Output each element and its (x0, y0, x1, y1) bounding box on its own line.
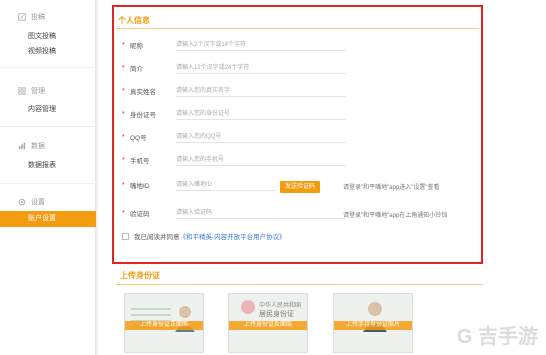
required-mark: * (122, 133, 125, 141)
watermark: G 吉手游 (453, 320, 538, 349)
title-underline (116, 28, 479, 29)
sidebar-section-data: 数据 (18, 141, 45, 151)
send-code-button[interactable]: 发送验证码 (280, 181, 320, 193)
upload-id-handheld[interactable]: 上传手持身份证照片 (333, 293, 413, 353)
id-number-input[interactable]: 请输入您的身份证号 (176, 108, 346, 120)
card-header-id: 居民身份证 (259, 311, 294, 318)
field-label: 真实姓名 (130, 89, 156, 96)
form-row-nickname: * 昵称 请输入2个汉字或14个字符 (122, 38, 346, 52)
sidebar-divider (0, 67, 96, 68)
phone-input[interactable]: 请输入您的手机号 (176, 154, 346, 166)
required-mark: * (122, 87, 125, 95)
required-mark: * (122, 181, 125, 189)
field-label: 简介 (130, 66, 143, 73)
form-row-qq: * QQ号 请输入您的QQ号 (122, 130, 346, 144)
field-label: QQ号 (130, 135, 147, 142)
sidebar: 投稿 图文投稿 视频投稿 管理 内容管理 数据 数据报表 设置 账户设置 (0, 0, 96, 355)
upload-front-caption: 上传身份证正面照 (125, 321, 203, 330)
form-row-real-name: * 真实姓名 请输入您的真实名字 (122, 84, 346, 98)
qq-input[interactable]: 请输入您的QQ号 (176, 131, 346, 143)
agreement-link[interactable]: 《和平精英-内容开放平台用户协议》 (180, 231, 286, 241)
personal-info-title: 个人信息 (118, 16, 150, 25)
sidebar-divider (0, 183, 96, 184)
nickname-input[interactable]: 请输入2个汉字或14个字符 (176, 39, 346, 51)
form-row-id-number: * 身份证号 请输入您的身份证号 (122, 107, 346, 121)
upload-id-front[interactable]: 上传身份证正面照 (124, 293, 204, 353)
chart-icon (18, 142, 26, 150)
form-row-phone: * 手机号 请输入您的手机号 (122, 153, 346, 167)
field-label: 手机号 (130, 158, 150, 165)
grid-icon (18, 87, 26, 95)
edit-icon (18, 13, 26, 21)
verify-code-hint: 请登录"和平嘴地"app在上角通知小铃铛 (343, 213, 448, 219)
field-label: 昵称 (130, 43, 143, 50)
sidebar-section-manage: 管理 (18, 86, 45, 96)
app-id-input[interactable]: 请输入嘴地ID (176, 179, 276, 191)
sidebar-item-content-manage[interactable]: 内容管理 (28, 104, 56, 114)
agreement-row: 我已阅读并同意 《和平精英-内容开放平台用户协议》 (122, 231, 286, 241)
form-row-verify-code: * 验证码 请输入验证码 (122, 206, 346, 220)
sidebar-section-settings: 设置 (18, 197, 45, 207)
required-mark: * (122, 64, 125, 72)
required-mark: * (122, 41, 125, 49)
sidebar-item-video-submit[interactable]: 视频投稿 (28, 46, 56, 56)
upload-underline (116, 284, 483, 285)
sidebar-item-data-report[interactable]: 数据报表 (28, 160, 56, 170)
gear-icon (18, 198, 26, 206)
app-id-hint: 请登录"和平嘴地"app进入"设置"查看 (343, 185, 440, 191)
sidebar-item-article-submit[interactable]: 图文投稿 (28, 31, 56, 41)
upload-id-back[interactable]: 中华人民共和国 居民身份证 上传身份证反面照 (228, 293, 308, 353)
sidebar-section-submit: 投稿 (18, 12, 45, 22)
upload-handheld-caption: 上传手持身份证照片 (334, 321, 412, 330)
sidebar-divider (0, 126, 96, 127)
required-mark: * (122, 209, 125, 217)
bio-input[interactable]: 请输入12个汉字或24个字符 (176, 62, 346, 74)
upload-back-caption: 上传身份证反面照 (229, 321, 307, 330)
real-name-input[interactable]: 请输入您的真实名字 (176, 85, 346, 97)
agreement-checkbox[interactable] (122, 232, 129, 240)
verify-code-input[interactable]: 请输入验证码 (176, 207, 346, 219)
form-row-app-id: * 嘴地ID 请输入嘴地ID (122, 178, 276, 192)
field-label: 嘴地ID (130, 183, 150, 190)
watermark-text: G 吉手游 (456, 326, 538, 348)
required-mark: * (122, 110, 125, 118)
upload-id-title: 上传身份证 (120, 271, 160, 280)
national-emblem-icon (241, 300, 255, 314)
required-mark: * (122, 156, 125, 164)
sidebar-item-account-settings[interactable]: 账户设置 (0, 211, 96, 227)
agreement-text: 我已阅读并同意 (134, 234, 180, 241)
form-row-bio: * 简介 请输入12个汉字或24个字符 (122, 61, 346, 75)
field-label: 验证码 (130, 211, 150, 218)
card-header-country: 中华人民共和国 (259, 303, 302, 309)
field-label: 身份证号 (130, 112, 156, 119)
